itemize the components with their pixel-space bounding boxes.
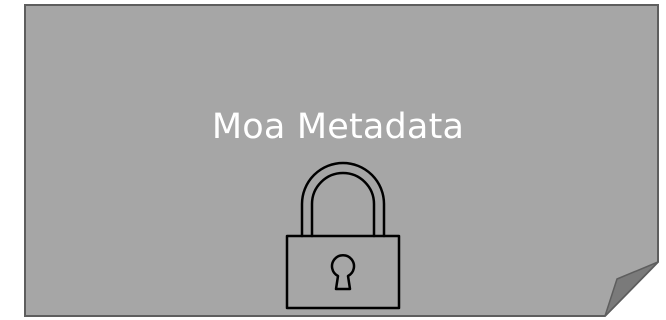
note-shape [24, 4, 659, 317]
metadata-note-diagram: Moa Metadata [0, 0, 666, 320]
note-title: Moa Metadata [211, 107, 465, 147]
note-body [24, 4, 659, 317]
